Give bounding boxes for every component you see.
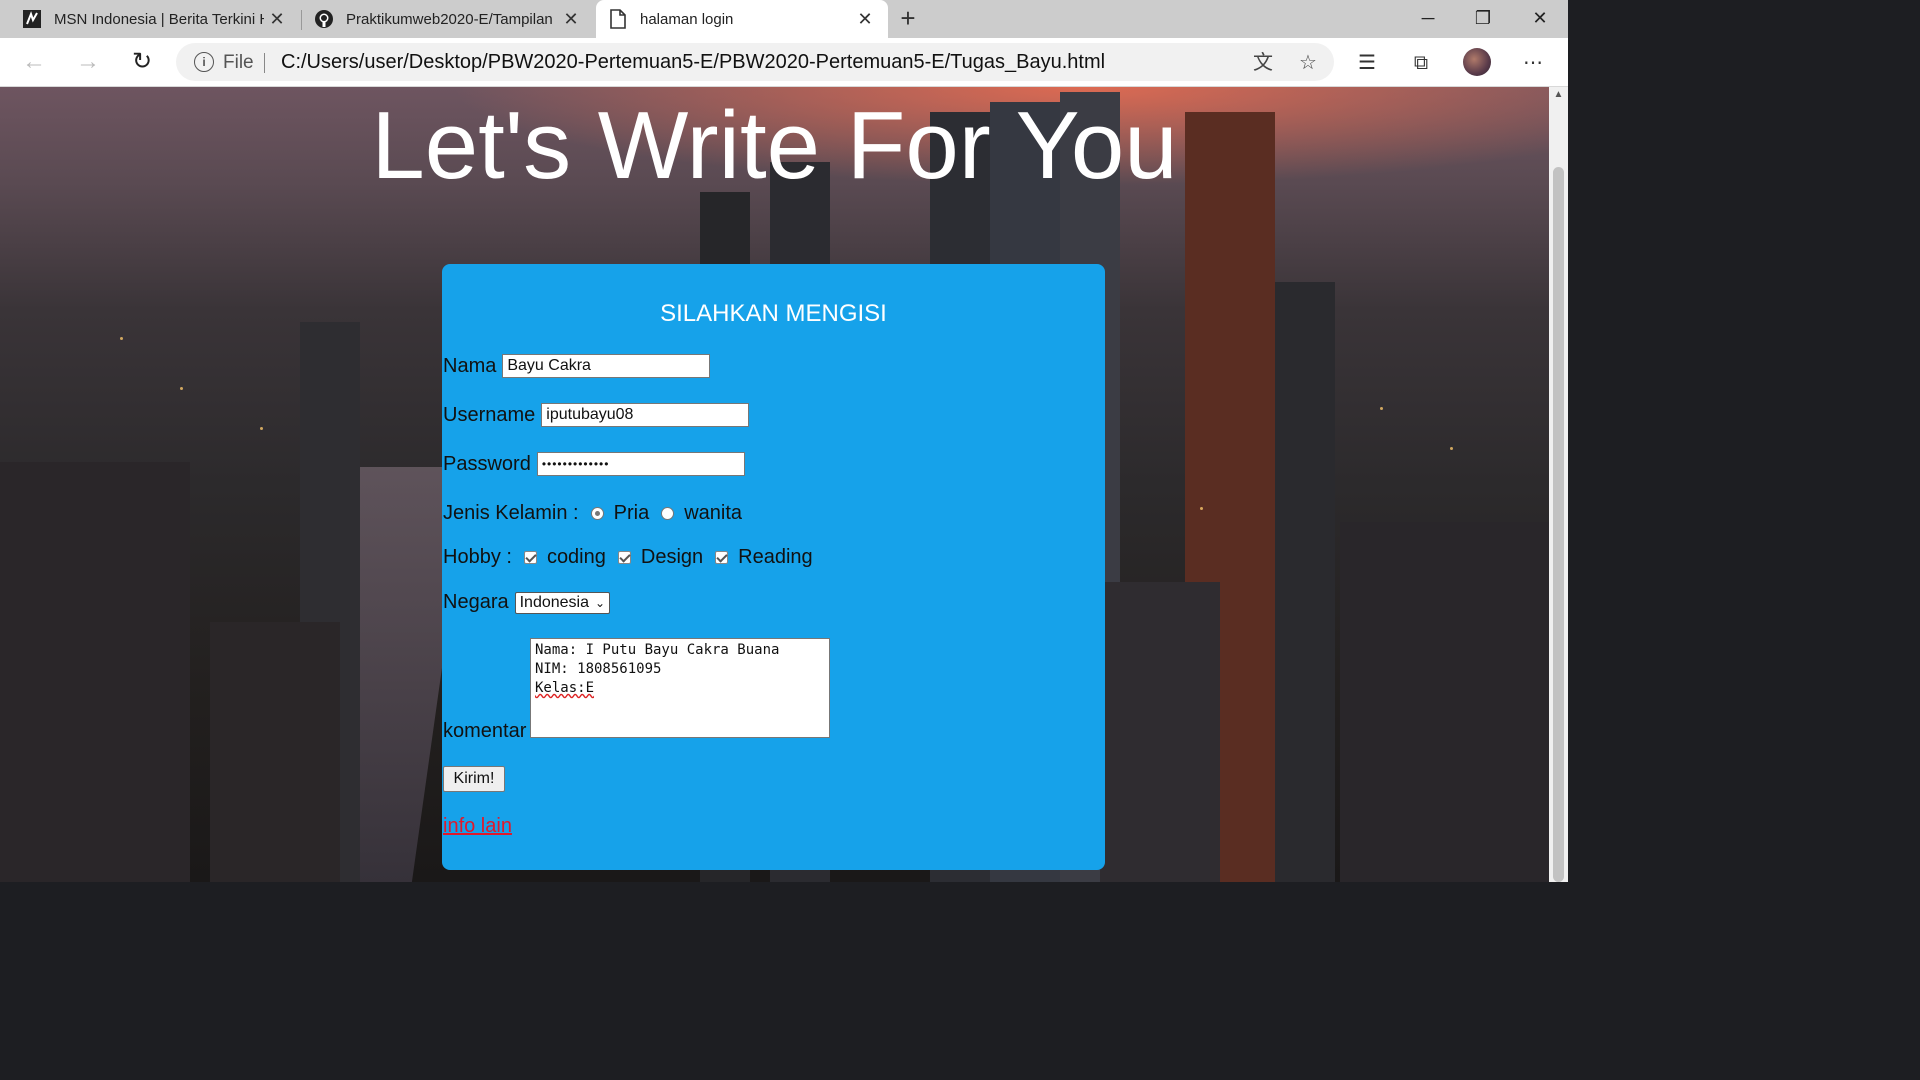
page-scrollbar[interactable]: ▲ (1549, 87, 1568, 882)
tab-msn[interactable]: MSN Indonesia | Berita Terkini H ✕ (0, 0, 300, 38)
komentar-line: Nama: I Putu Bayu Cakra Buana (535, 642, 780, 658)
komentar-label: komentar (443, 720, 527, 742)
forward-icon[interactable]: → (72, 46, 104, 78)
close-icon[interactable]: ✕ (268, 10, 286, 28)
background-light (1450, 447, 1453, 450)
tab-label: halaman login (640, 10, 734, 28)
close-icon[interactable]: ✕ (856, 10, 874, 28)
minimize-icon[interactable]: ─ (1408, 4, 1448, 32)
profile-avatar[interactable] (1463, 48, 1491, 76)
nama-label: Nama (443, 354, 497, 377)
username-input[interactable]: iputubayu08 (541, 403, 750, 427)
background-light (260, 427, 263, 430)
info-icon[interactable]: i (194, 52, 214, 72)
refresh-icon[interactable]: ↻ (126, 46, 158, 78)
negara-select[interactable]: Indonesia ⌄ (514, 591, 611, 614)
nama-input[interactable]: Bayu Cakra (502, 354, 711, 378)
submit-button[interactable]: Kirim! (443, 766, 505, 792)
address-bar[interactable]: i File C:/Users/user/Desktop/PBW2020-Per… (176, 43, 1334, 81)
tab-label: Praktikumweb2020-E/Tampilan L (346, 10, 558, 28)
background-building (1275, 282, 1335, 882)
tab-bar: MSN Indonesia | Berita Terkini H ✕ Prakt… (0, 0, 1568, 38)
background-building (210, 622, 340, 882)
checkbox-design-label: Design (640, 546, 704, 568)
negara-selected: Indonesia (519, 593, 589, 611)
more-options-icon[interactable]: ⋯ (1520, 50, 1546, 76)
browser-toolbar: ← → ↻ i File C:/Users/user/Desktop/PBW20… (0, 38, 1568, 87)
collections-icon[interactable]: ⧉ (1408, 50, 1434, 76)
password-row: Password ••••••••••••• (443, 452, 745, 476)
translate-icon[interactable]: 文 (1251, 51, 1275, 75)
password-label: Password (443, 452, 531, 475)
page-background: Let's Write For You SILAHKAN MENGISI Nam… (0, 87, 1549, 882)
komentar-textarea[interactable]: Nama: I Putu Bayu Cakra Buana NIM: 180856… (530, 638, 830, 738)
checkbox-design[interactable] (617, 551, 631, 564)
tab-halaman-login[interactable]: halaman login ✕ (596, 0, 888, 38)
negara-label: Negara (443, 591, 509, 613)
github-icon (314, 9, 334, 29)
scheme-label: File (223, 52, 254, 73)
favorite-star-icon[interactable]: ☆ (1296, 51, 1320, 75)
gender-row: Jenis Kelamin : Pria wanita (443, 502, 742, 525)
background-light (1380, 407, 1383, 410)
page-icon (608, 9, 628, 29)
address-divider (264, 53, 265, 73)
close-window-icon[interactable]: ✕ (1520, 4, 1560, 32)
background-light (120, 337, 123, 340)
radio-pria-label: Pria (613, 502, 650, 524)
password-input[interactable]: ••••••••••••• (536, 452, 745, 476)
komentar-line: Kelas:E (535, 680, 595, 696)
close-icon[interactable]: ✕ (562, 10, 580, 28)
checkbox-coding-label: coding (546, 546, 606, 568)
background-building (1340, 522, 1549, 882)
hobby-row: Hobby : coding Design Reading (443, 546, 813, 569)
scrollbar-thumb[interactable] (1553, 167, 1564, 882)
nama-row: Nama Bayu Cakra (443, 354, 711, 378)
checkbox-reading[interactable] (715, 551, 729, 564)
favorites-icon[interactable]: ☰ (1354, 50, 1380, 76)
tab-label: MSN Indonesia | Berita Terkini H (54, 10, 264, 28)
checkbox-coding[interactable] (523, 551, 537, 564)
tab-github[interactable]: Praktikumweb2020-E/Tampilan L ✕ (302, 0, 594, 38)
gender-label: Jenis Kelamin : (443, 502, 579, 524)
background-building (1100, 582, 1220, 882)
background-light (180, 387, 183, 390)
username-row: Username iputubayu08 (443, 403, 750, 427)
form-card: SILAHKAN MENGISI Nama Bayu Cakra Usernam… (442, 264, 1105, 870)
chevron-down-icon: ⌄ (595, 595, 606, 610)
background-light (1200, 507, 1203, 510)
url-text[interactable]: C:/Users/user/Desktop/PBW2020-Pertemuan5… (281, 51, 1105, 74)
radio-wanita[interactable] (661, 507, 675, 520)
scroll-up-icon[interactable]: ▲ (1553, 89, 1564, 101)
komentar-line: NIM: 1808561095 (535, 661, 662, 677)
msn-icon (22, 9, 42, 29)
username-label: Username (443, 403, 536, 426)
new-tab-button[interactable]: + (895, 4, 921, 32)
hobby-label: Hobby : (443, 546, 512, 568)
negara-row: Negara Indonesia ⌄ (443, 591, 611, 614)
restore-icon[interactable]: ❐ (1463, 4, 1503, 32)
info-lain-link[interactable]: info lain (443, 815, 512, 838)
checkbox-reading-label: Reading (738, 546, 813, 568)
background-building (0, 462, 190, 882)
back-icon[interactable]: ← (18, 46, 50, 78)
radio-wanita-label: wanita (684, 502, 743, 524)
radio-pria[interactable] (590, 507, 604, 520)
form-title: SILAHKAN MENGISI (660, 300, 887, 327)
page-heading: Let's Write For You (371, 92, 1178, 199)
